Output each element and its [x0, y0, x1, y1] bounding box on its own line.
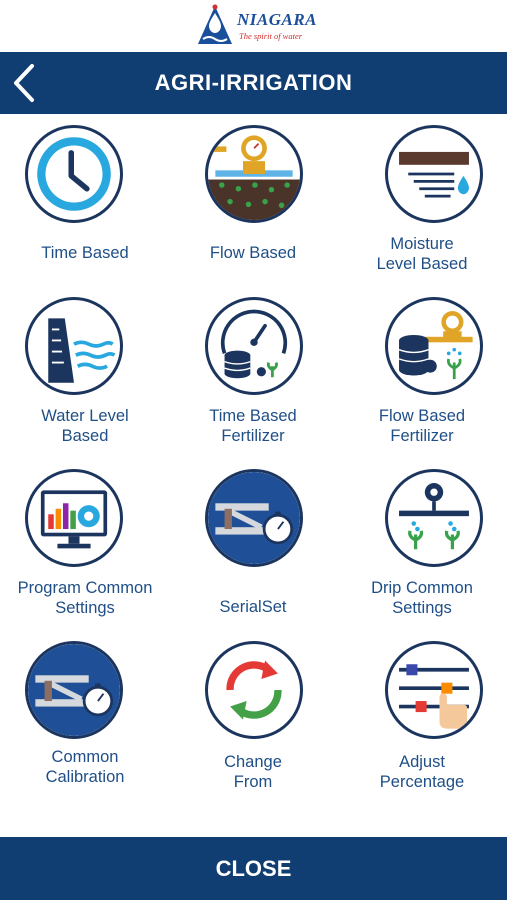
- tile-flow-based[interactable]: Flow Based: [168, 114, 338, 286]
- drip-icon: [385, 469, 483, 567]
- tile-moisture-level-based[interactable]: Moisture Level Based: [337, 114, 507, 286]
- brand-tagline: The spirit of water: [239, 31, 303, 41]
- tile-label: Moisture: [390, 235, 454, 253]
- tile-label: Time Based: [41, 244, 129, 262]
- niagara-logo: NIAGARA The spirit of water: [195, 4, 320, 48]
- tile-label: Change: [224, 753, 282, 771]
- tile-label-line2: Percentage: [379, 773, 465, 791]
- tile-label-line2: Fertilizer: [390, 427, 454, 445]
- timer-fertilizer-icon: [205, 297, 303, 395]
- tile-label-line2: Settings: [392, 599, 452, 617]
- tile-label: Drip Common: [371, 579, 473, 597]
- close-button[interactable]: CLOSE: [0, 837, 507, 900]
- tile-label-line2: Calibration: [45, 768, 125, 786]
- tile-label-line2: Settings: [55, 599, 115, 617]
- monitor-chart-icon: [25, 469, 123, 567]
- logo-bar: NIAGARA The spirit of water: [0, 0, 507, 52]
- cycle-arrows-icon: [205, 641, 303, 739]
- menu-grid: Time Based Flow Based Moisture Level Bas…: [0, 114, 507, 834]
- niagara-drop-icon: [198, 4, 232, 44]
- moisture-icon: [385, 125, 483, 223]
- tile-time-based[interactable]: Time Based: [0, 114, 170, 286]
- tile-label: Water Level: [41, 407, 129, 425]
- tile-change-from[interactable]: Change From: [168, 630, 338, 802]
- calibration-tools-icon: [205, 469, 303, 567]
- tile-label-line2: Fertilizer: [221, 427, 285, 445]
- chevron-left-icon: [14, 64, 34, 102]
- tile-adjust-percentage[interactable]: Adjust Percentage: [337, 630, 507, 802]
- clock-icon: [25, 125, 123, 223]
- page-title: AGRI-IRRIGATION: [154, 70, 353, 95]
- calibration-tools-icon: [25, 641, 123, 739]
- tile-label: Flow Based: [209, 244, 297, 262]
- tile-time-based-fertilizer[interactable]: Time Based Fertilizer: [168, 286, 338, 458]
- tile-drip-common-settings[interactable]: Drip Common Settings: [337, 458, 507, 630]
- tile-label: Program Common: [17, 579, 153, 597]
- tile-label-line2: Based: [61, 427, 109, 445]
- tile-serialset[interactable]: SerialSet: [168, 458, 338, 630]
- tile-label-line2: Level Based: [376, 255, 468, 273]
- app-header: AGRI-IRRIGATION: [0, 52, 507, 114]
- tile-flow-based-fertilizer[interactable]: Flow Based Fertilizer: [337, 286, 507, 458]
- brand-name: NIAGARA: [237, 10, 318, 29]
- sliders-hand-icon: [385, 641, 483, 739]
- tile-label: Time Based: [209, 407, 297, 425]
- flow-fertilizer-icon: [385, 297, 483, 395]
- tile-label: SerialSet: [219, 598, 287, 616]
- tile-common-calibration[interactable]: Common Calibration: [0, 630, 170, 802]
- tile-label-line2: From: [233, 773, 273, 791]
- tile-water-level-based[interactable]: Water Level Based: [0, 286, 170, 458]
- flow-meter-icon: [205, 125, 303, 223]
- tile-label: Flow Based: [378, 407, 466, 425]
- tile-label: Adjust: [399, 753, 445, 771]
- tile-label: Common: [51, 748, 119, 766]
- back-button[interactable]: [8, 62, 42, 104]
- tile-program-common-settings[interactable]: Program Common Settings: [0, 458, 170, 630]
- water-level-icon: [25, 297, 123, 395]
